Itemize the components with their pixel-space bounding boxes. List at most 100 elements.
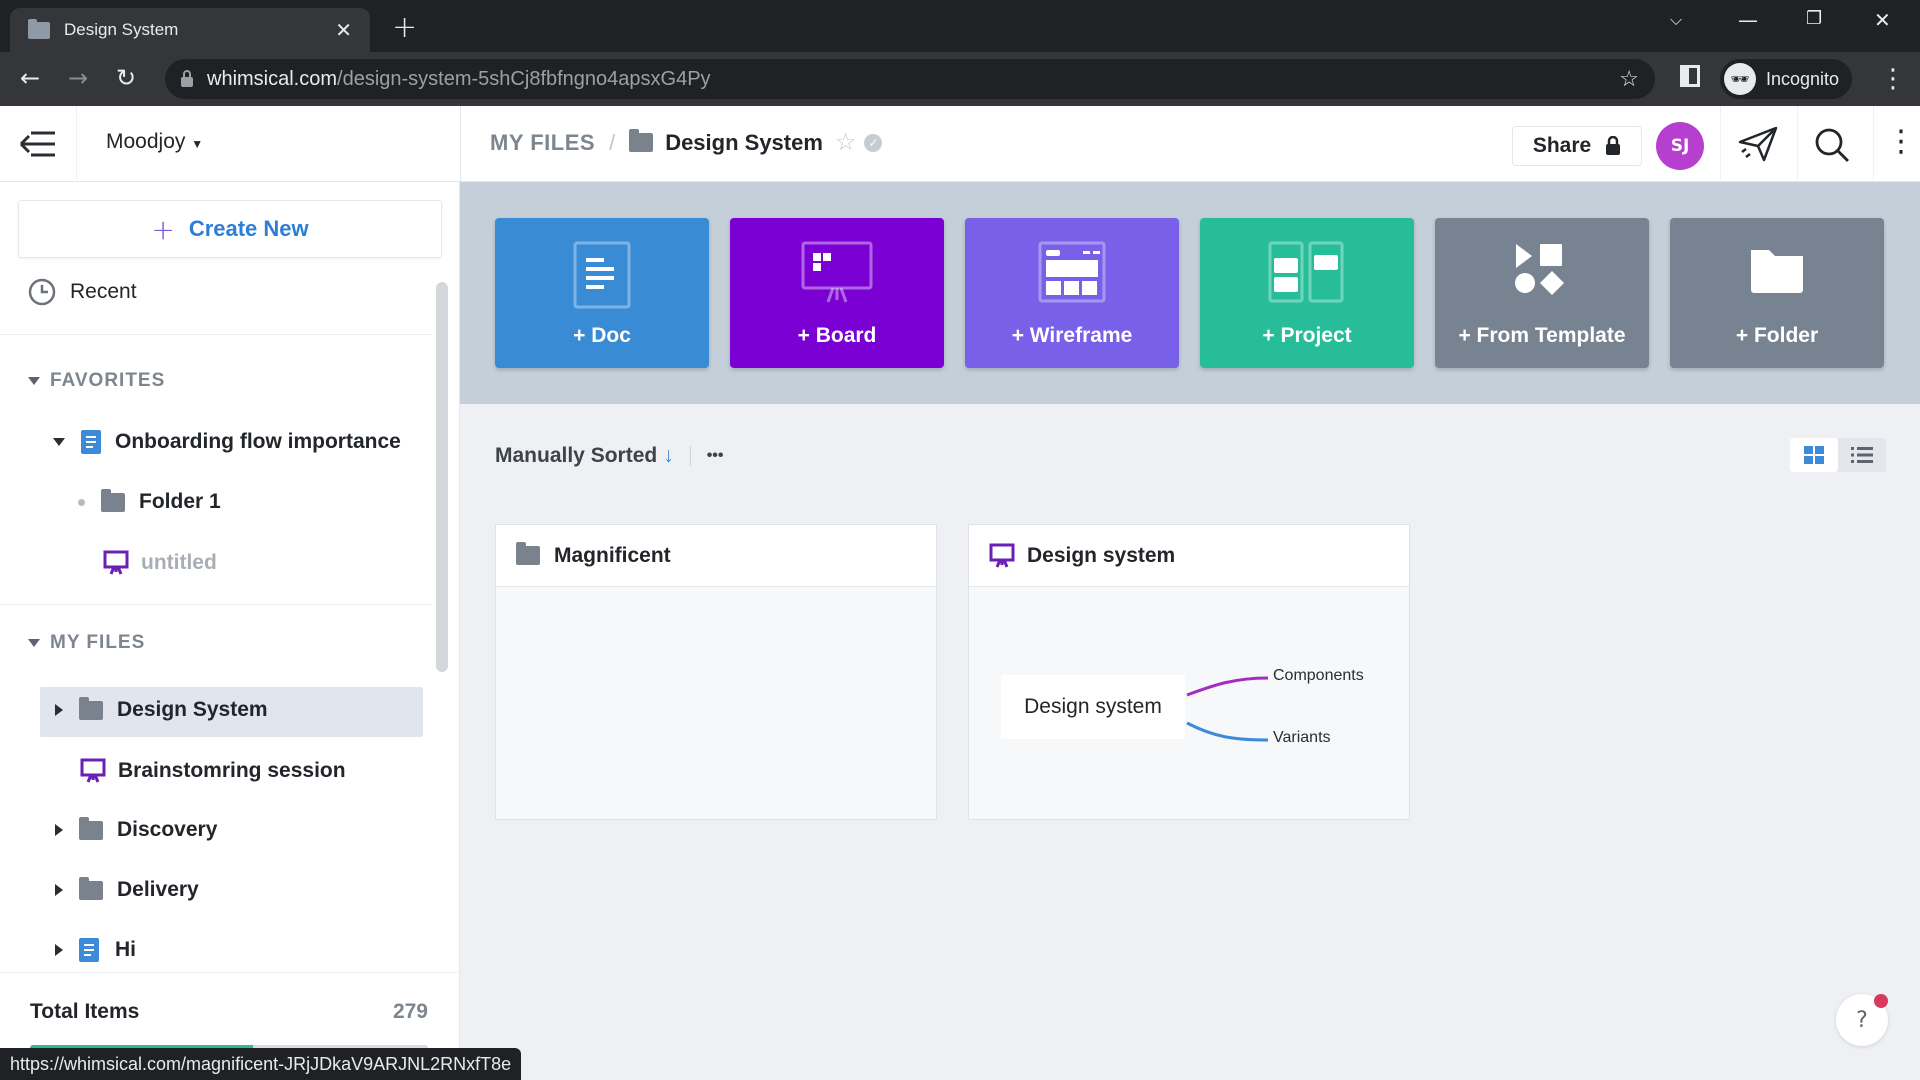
from-template-tile[interactable]: + From Template bbox=[1435, 218, 1649, 368]
search-icon bbox=[1815, 128, 1849, 162]
tab-search-icon[interactable]: ⌵ bbox=[1670, 10, 1682, 30]
close-tab-icon[interactable]: ✕ bbox=[335, 18, 352, 42]
breadcrumb-my-files[interactable]: MY FILES bbox=[490, 130, 595, 156]
favorite-star-icon[interactable]: ☆ bbox=[835, 128, 857, 157]
caret-right-icon[interactable] bbox=[55, 884, 63, 896]
breadcrumb-current: Design System bbox=[665, 129, 823, 155]
card-title: Magnificent bbox=[554, 543, 671, 567]
sort-dropdown[interactable]: Manually Sorted bbox=[495, 444, 657, 468]
search-button[interactable] bbox=[1813, 126, 1851, 168]
chevron-down-icon: ▼ bbox=[191, 137, 204, 151]
lock-icon bbox=[1606, 136, 1621, 155]
browser-menu-icon[interactable]: ⋮ bbox=[1880, 64, 1906, 94]
new-project-tile[interactable]: + Project bbox=[1200, 218, 1414, 368]
user-avatar[interactable]: SJ bbox=[1656, 122, 1704, 170]
notification-dot bbox=[1874, 994, 1888, 1008]
browser-tab[interactable]: Design System ✕ bbox=[10, 8, 370, 52]
url-host: whimsical.com bbox=[207, 67, 338, 90]
help-button[interactable]: ? bbox=[1836, 994, 1888, 1046]
caret-right-icon[interactable] bbox=[55, 704, 63, 716]
new-board-tile[interactable]: + Board bbox=[730, 218, 944, 368]
new-folder-tile[interactable]: + Folder bbox=[1670, 218, 1884, 368]
share-button[interactable]: Share bbox=[1512, 126, 1642, 166]
caret-down-icon bbox=[28, 639, 40, 647]
favorite-item[interactable]: untitled bbox=[103, 550, 217, 576]
template-shapes-icon bbox=[1515, 244, 1564, 295]
connector-variants bbox=[1186, 721, 1269, 742]
favorite-label: untitled bbox=[141, 551, 217, 574]
folder-icon bbox=[516, 542, 540, 565]
tab-title: Design System bbox=[64, 20, 179, 39]
file-label: Discovery bbox=[117, 818, 218, 841]
list-view-button[interactable] bbox=[1838, 438, 1886, 472]
mindmap-connectors bbox=[1186, 676, 1269, 742]
forward-button[interactable]: → bbox=[68, 64, 88, 92]
my-files-title: MY FILES bbox=[50, 632, 146, 653]
create-new-button[interactable]: + Create New bbox=[18, 200, 442, 258]
plus-icon: + bbox=[151, 212, 175, 246]
doc-icon bbox=[573, 241, 631, 309]
workspace-switcher[interactable]: Moodjoy ▼ bbox=[106, 130, 203, 154]
more-menu-icon[interactable]: ⋮ bbox=[1886, 124, 1916, 159]
folder-icon bbox=[629, 129, 654, 152]
sort-direction-arrow-icon[interactable]: ↓ bbox=[663, 444, 674, 468]
favorite-item[interactable]: Folder 1 bbox=[78, 488, 221, 514]
tile-label: + Wireframe bbox=[1011, 324, 1133, 347]
my-files-section-header[interactable]: MY FILES bbox=[28, 632, 145, 654]
incognito-label: Incognito bbox=[1766, 68, 1840, 89]
app-header: Moodjoy ▼ MY FILES / Design System ☆ ✓ S… bbox=[0, 106, 1920, 182]
file-item[interactable]: Brainstomring session bbox=[80, 758, 346, 784]
close-window-button[interactable]: ✕ bbox=[1874, 8, 1891, 32]
incognito-icon: 🕶 bbox=[1724, 63, 1756, 95]
minimize-button[interactable]: — bbox=[1738, 8, 1758, 32]
file-label: Delivery bbox=[117, 878, 199, 901]
sidebar-item-recent[interactable]: Recent bbox=[28, 278, 137, 306]
url-path: /design-system-5shCj8fbfngno4apsxG4Py bbox=[337, 67, 711, 90]
tile-label: + Folder bbox=[1735, 324, 1819, 347]
file-item[interactable]: Hi bbox=[55, 938, 136, 962]
restore-button[interactable]: ❐ bbox=[1806, 8, 1822, 29]
card-title: Design system bbox=[1027, 543, 1176, 567]
reload-button[interactable]: ↻ bbox=[116, 64, 136, 92]
mindmap-child-node: Variants bbox=[1273, 729, 1331, 746]
collapse-sidebar-button[interactable] bbox=[0, 106, 77, 182]
sidebar-scrollbar[interactable] bbox=[436, 282, 448, 672]
file-card[interactable]: Magnificent bbox=[495, 524, 937, 820]
new-tab-button[interactable]: + bbox=[392, 10, 417, 45]
lock-icon bbox=[181, 70, 193, 87]
file-item[interactable]: Discovery bbox=[55, 816, 218, 842]
favorites-title: FAVORITES bbox=[50, 370, 166, 391]
folder-icon bbox=[79, 876, 103, 900]
send-button[interactable] bbox=[1736, 124, 1780, 168]
file-item[interactable]: Delivery bbox=[55, 876, 199, 902]
address-bar[interactable]: whimsical.com/design-system-5shCj8fbfngn… bbox=[165, 59, 1655, 99]
file-label: Hi bbox=[115, 938, 136, 961]
grid-view-button[interactable] bbox=[1790, 438, 1838, 472]
bookmark-star-icon[interactable]: ☆ bbox=[1619, 66, 1639, 92]
caret-down-icon bbox=[28, 377, 40, 385]
incognito-badge[interactable]: 🕶 Incognito bbox=[1720, 59, 1852, 99]
view-toggle bbox=[1790, 438, 1886, 472]
help-icon: ? bbox=[1856, 1007, 1868, 1033]
tile-label: + Board bbox=[797, 324, 877, 347]
favorite-label: Onboarding flow importance bbox=[115, 430, 401, 453]
favorites-section-header[interactable]: FAVORITES bbox=[28, 370, 165, 392]
grid-icon bbox=[1804, 446, 1824, 464]
file-label: Design System bbox=[117, 698, 268, 721]
favorite-item[interactable]: Onboarding flow importance bbox=[53, 430, 401, 454]
caret-down-icon bbox=[53, 438, 65, 446]
caret-right-icon[interactable] bbox=[55, 944, 63, 956]
total-items-value: 279 bbox=[392, 1000, 428, 1023]
back-button[interactable]: ← bbox=[20, 64, 40, 92]
side-panel-icon[interactable] bbox=[1680, 65, 1700, 87]
new-wireframe-tile[interactable]: + Wireframe bbox=[965, 218, 1179, 368]
list-icon bbox=[1851, 447, 1873, 463]
more-options-button[interactable]: ••• bbox=[707, 447, 724, 465]
caret-right-icon[interactable] bbox=[55, 824, 63, 836]
file-item[interactable]: Design System bbox=[55, 696, 268, 722]
paper-plane-icon bbox=[1738, 126, 1778, 162]
file-card[interactable]: Design system Design system Components V… bbox=[968, 524, 1410, 820]
file-label: Brainstomring session bbox=[118, 759, 346, 782]
share-label: Share bbox=[1532, 134, 1592, 157]
new-doc-tile[interactable]: + Doc bbox=[495, 218, 709, 368]
